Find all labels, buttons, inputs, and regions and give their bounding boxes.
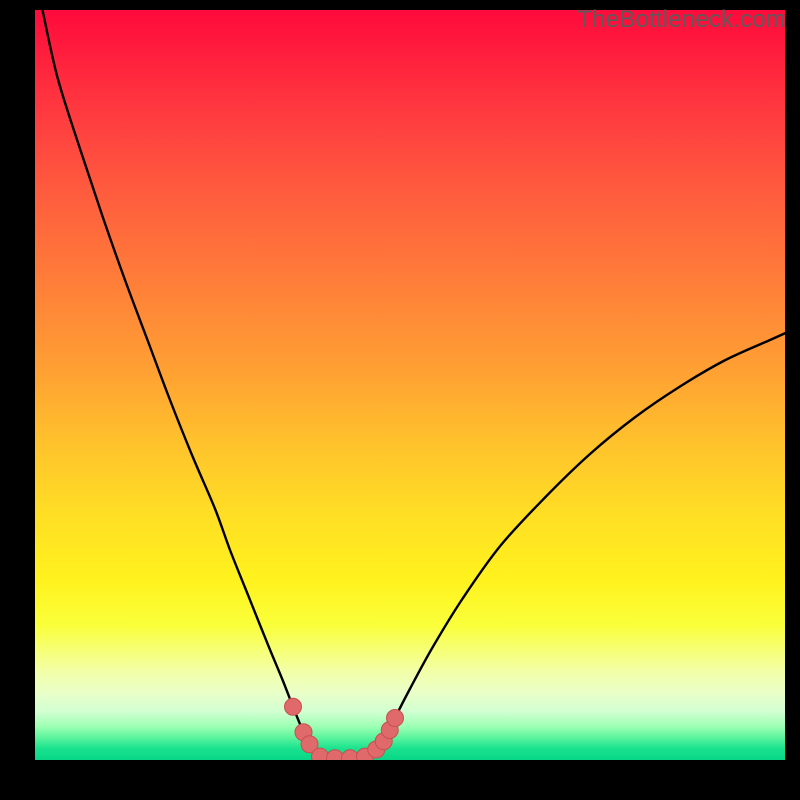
data-marker (285, 698, 302, 715)
data-marker (342, 750, 359, 760)
marker-group (285, 698, 404, 760)
watermark-text: TheBottleneck.com (577, 6, 786, 34)
curve-layer (35, 10, 785, 760)
data-marker (312, 748, 329, 760)
chart-frame: { "watermark": "TheBottleneck.com", "col… (0, 0, 800, 800)
data-marker (387, 710, 404, 727)
plot-area (35, 10, 785, 760)
bottleneck-curve (43, 10, 786, 758)
data-marker (327, 750, 344, 760)
